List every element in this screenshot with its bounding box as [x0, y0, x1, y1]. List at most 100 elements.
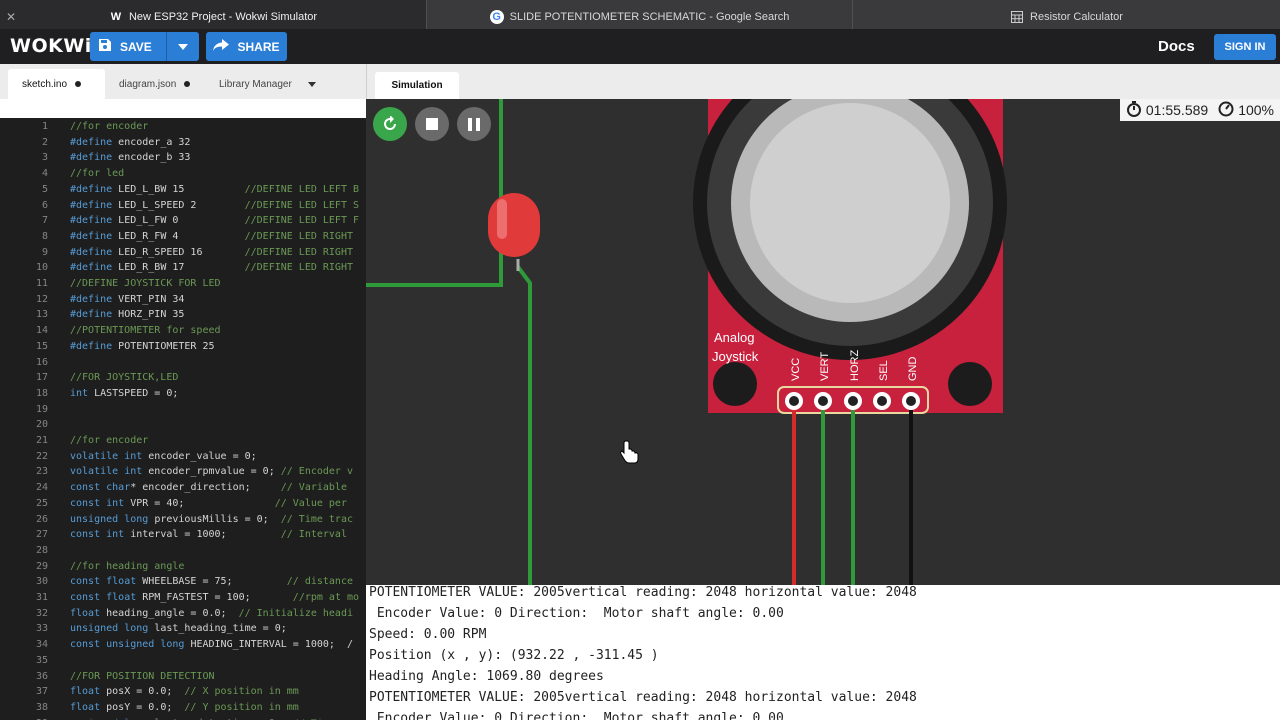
- editor-toolbar: [0, 99, 366, 118]
- code-line[interactable]: const float RPM_FASTEST = 100; //rpm at …: [70, 592, 359, 603]
- google-icon: G: [489, 10, 504, 24]
- chevron-down-icon[interactable]: [307, 79, 316, 90]
- save-dropdown-chevron-icon[interactable]: [166, 32, 199, 61]
- code-line[interactable]: #define VERT_PIN 34: [70, 294, 184, 305]
- line-number: 30: [35, 576, 48, 588]
- code-line[interactable]: const int interval = 1000; // Interval: [70, 529, 347, 540]
- wokwi-icon: W: [110, 11, 122, 23]
- code-line[interactable]: #define POTENTIOMETER 25: [70, 341, 215, 352]
- serial-output-line: POTENTIOMETER VALUE: 2005vertical readin…: [369, 585, 917, 600]
- simulation-timer: 01:55.589 100%: [1119, 99, 1280, 121]
- line-number: 20: [35, 419, 48, 431]
- save-button[interactable]: SAVE: [90, 32, 199, 61]
- code-line[interactable]: //for encoder: [70, 435, 148, 446]
- stop-button[interactable]: [415, 107, 449, 141]
- line-number: 13: [35, 309, 48, 321]
- code-line[interactable]: //for led: [70, 168, 124, 179]
- tab-library-manager[interactable]: Library Manager: [205, 69, 325, 99]
- code-line[interactable]: #define LED_R_FW 4 //DEFINE LED RIGHT: [70, 231, 353, 242]
- code-line[interactable]: #define LED_L_SPEED 2 //DEFINE LED LEFT …: [70, 200, 359, 211]
- joystick-label: Joystick: [712, 349, 759, 364]
- red-led[interactable]: [488, 193, 540, 257]
- line-number: 38: [35, 701, 48, 713]
- code-line[interactable]: //FOR POSITION DETECTION: [70, 671, 215, 682]
- line-number: 8: [41, 230, 48, 242]
- code-editor[interactable]: 1 //for encoder 2 #define encoder_a 32 3 #def…: [0, 118, 366, 720]
- code-line[interactable]: //for encoder: [70, 121, 148, 132]
- docs-link[interactable]: Docs: [1158, 38, 1195, 55]
- code-line[interactable]: float posX = 0.0; // X position in mm: [70, 686, 299, 697]
- close-tab-icon[interactable]: ✕: [6, 10, 16, 24]
- tab-label: Library Manager: [219, 78, 292, 90]
- line-number: 26: [35, 513, 48, 525]
- code-line[interactable]: const unsigned long HEADING_INTERVAL = 1…: [70, 639, 353, 650]
- green-wire[interactable]: [516, 265, 532, 585]
- analog-joystick[interactable]: Analog Joystick VCC VERT HORZ SEL GND: [693, 99, 1007, 414]
- line-number: 19: [35, 403, 48, 415]
- line-number: 28: [35, 544, 48, 556]
- speedometer-icon: [1218, 101, 1234, 120]
- share-button[interactable]: SHARE: [206, 32, 287, 61]
- wokwi-logo[interactable]: WOKWi: [10, 35, 92, 57]
- code-line[interactable]: //DEFINE JOYSTICK FOR LED: [70, 278, 221, 289]
- line-number: 29: [35, 560, 48, 572]
- code-line[interactable]: #define encoder_b 33: [70, 152, 190, 163]
- code-line[interactable]: volatile int encoder_rpmvalue = 0; // En…: [70, 466, 353, 477]
- save-icon: [90, 38, 120, 55]
- sign-in-button[interactable]: SIGN IN: [1214, 34, 1276, 60]
- share-icon: [213, 39, 230, 54]
- code-line[interactable]: volatile int encoder_value = 0;: [70, 451, 257, 462]
- code-line[interactable]: #define LED_R_SPEED 16 //DEFINE LED RIGH…: [70, 247, 353, 258]
- browser-tab-title: Resistor Calculator: [1030, 11, 1123, 23]
- code-line[interactable]: //POTENTIOMETER for speed: [70, 325, 221, 336]
- line-number: 35: [35, 654, 48, 666]
- code-line[interactable]: unsigned long previousMillis = 0; // Tim…: [70, 514, 353, 525]
- pin-label: SEL: [878, 360, 890, 381]
- line-number: 24: [35, 482, 48, 494]
- code-line[interactable]: //FOR JOYSTICK,LED: [70, 372, 178, 383]
- stopwatch-icon: [1126, 100, 1142, 120]
- line-number: 9: [41, 246, 48, 258]
- code-line[interactable]: const char* encoder_direction; // Variab…: [70, 482, 347, 493]
- code-line[interactable]: #define encoder_a 32: [70, 137, 190, 148]
- pin-label: VERT: [819, 352, 831, 381]
- code-line[interactable]: float posY = 0.0; // Y position in mm: [70, 702, 299, 713]
- serial-output-line: POTENTIOMETER VALUE: 2005vertical readin…: [369, 690, 917, 705]
- code-line[interactable]: const float WHEELBASE = 75; // distance: [70, 576, 353, 587]
- calculator-icon: [1010, 10, 1024, 24]
- line-number: 14: [35, 325, 48, 337]
- elapsed-time: 01:55.589: [1145, 102, 1209, 118]
- tab-sketch-ino[interactable]: sketch.ino: [8, 69, 105, 99]
- tab-simulation[interactable]: Simulation: [375, 72, 459, 99]
- pause-button[interactable]: [457, 107, 491, 141]
- code-line[interactable]: unsigned long last_heading_time = 0;: [70, 623, 287, 634]
- serial-monitor[interactable]: POTENTIOMETER VALUE: 2005vertical readin…: [366, 585, 1280, 720]
- code-line[interactable]: #define LED_L_BW 15 //DEFINE LED LEFT B: [70, 184, 359, 195]
- code-line[interactable]: int LASTSPEED = 0;: [70, 388, 178, 399]
- tab-diagram-json[interactable]: diagram.json: [105, 69, 205, 99]
- serial-output-line: Encoder Value: 0 Direction: Motor shaft …: [369, 711, 784, 720]
- simulation-canvas[interactable]: Analog Joystick VCC VERT HORZ SEL GND 01…: [366, 99, 1280, 585]
- browser-tab-title: New ESP32 Project - Wokwi Simulator: [128, 11, 318, 23]
- line-number: 6: [41, 199, 48, 211]
- line-number: 5: [41, 183, 48, 195]
- share-label: SHARE: [237, 39, 280, 54]
- serial-output-line: Position (x , y): (932.22 , -311.45 ): [369, 648, 659, 663]
- code-line[interactable]: #define LED_R_BW 17 //DEFINE LED RIGHT: [70, 262, 353, 273]
- unsaved-dot-icon: [75, 81, 82, 87]
- code-line[interactable]: #define HORZ_PIN 35: [70, 309, 184, 320]
- simulation-tab-bar: Simulation: [366, 64, 1280, 99]
- line-number: 18: [35, 387, 48, 399]
- line-number: 27: [35, 529, 48, 541]
- code-line[interactable]: float heading_angle = 0.0; // Initialize…: [70, 608, 353, 619]
- line-number: 22: [35, 450, 48, 462]
- code-line[interactable]: const int VPR = 40; // Value per: [70, 498, 347, 509]
- serial-output-line: Speed: 0.00 RPM: [369, 627, 487, 642]
- line-number: 34: [35, 639, 48, 651]
- app-header: WOKWi SAVE SHARE Docs SIGN IN: [0, 29, 1280, 64]
- line-number: 21: [35, 435, 48, 446]
- code-line[interactable]: #define LED_L_FW 0 //DEFINE LED LEFT F: [70, 215, 359, 226]
- restart-button[interactable]: [373, 107, 407, 141]
- hand-cursor-icon: [620, 440, 639, 464]
- code-line[interactable]: //for heading angle: [70, 561, 184, 572]
